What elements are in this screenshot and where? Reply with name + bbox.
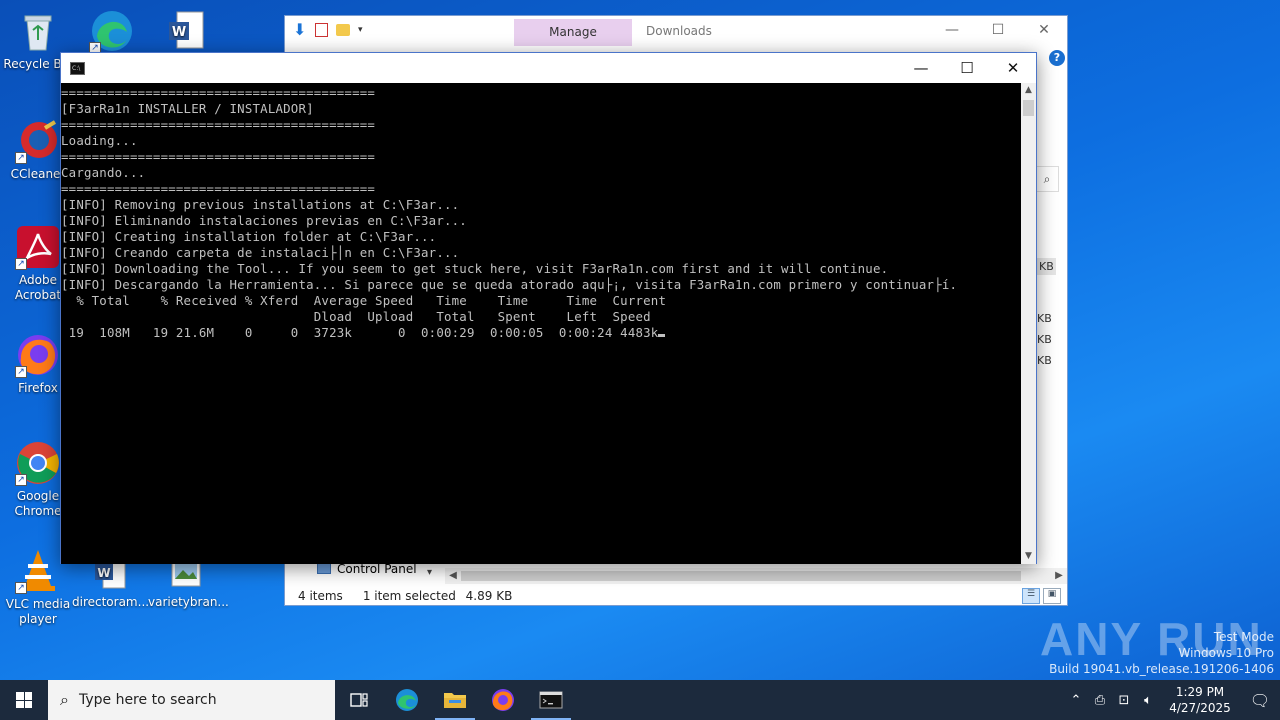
nav-item-control-panel[interactable]: Control Panel — [337, 562, 417, 576]
console-text: ========================================… — [61, 83, 1021, 341]
start-button[interactable] — [0, 680, 48, 720]
network-icon[interactable]: ⊡ — [1112, 693, 1136, 708]
download-arrow-icon[interactable]: ⬇ — [293, 22, 307, 38]
selection-status: 1 item selected 4.89 KB — [362, 589, 513, 603]
properties-icon[interactable] — [315, 23, 328, 37]
console-line: % Total % Received % Xferd Average Speed… — [61, 293, 667, 308]
console-line: [INFO] Creating installation folder at C… — [61, 229, 437, 244]
console-line: [INFO] Removing previous installations a… — [61, 197, 460, 212]
svg-text:W: W — [97, 566, 110, 580]
console-line: Cargando... — [61, 165, 146, 180]
scroll-right-icon[interactable]: ▶ — [1051, 568, 1067, 584]
scrollbar-thumb[interactable] — [1023, 100, 1034, 116]
console-line: ========================================… — [61, 85, 376, 100]
console-line: [INFO] Descargando la Herramienta... Si … — [61, 277, 958, 292]
minimize-button[interactable]: — — [898, 53, 944, 83]
explorer-titlebar[interactable]: ⬇ ▾ Manage Downloads — ☐ ✕ — [285, 16, 1067, 46]
chevron-up-icon[interactable]: ⌃ — [1064, 693, 1088, 708]
text-cursor — [658, 334, 666, 337]
desktop-icon-directoram[interactable]: W directoram... — [72, 556, 150, 610]
console-line: Dload Upload Total Spent Left Speed — [61, 309, 651, 324]
file-size-cell: KB — [1037, 354, 1052, 367]
window-title: Downloads — [646, 24, 712, 38]
device-icon[interactable]: ⎙ — [1088, 693, 1112, 708]
console-line: ========================================… — [61, 117, 376, 132]
console-line: [F3arRa1n INSTALLER / INSTALADOR] — [61, 101, 314, 116]
console-line: ========================================… — [61, 149, 376, 164]
status-bar: 4 items 1 item selected 4.89 KB — [285, 586, 1067, 606]
file-size-cell: KB — [1037, 312, 1052, 325]
recycle-bin-icon — [15, 8, 61, 54]
vlc-icon: ↗ — [15, 548, 61, 594]
scroll-up-icon[interactable]: ▲ — [1021, 83, 1036, 98]
search-icon: ⌕ — [60, 690, 69, 709]
firefox-icon: ↗ — [15, 332, 61, 378]
firefox-icon[interactable] — [479, 680, 527, 720]
cmd-icon: C:\ — [70, 62, 85, 75]
volume-icon[interactable]: 🔈︎ — [1136, 693, 1160, 708]
console-line: [INFO] Eliminando instalaciones previas … — [61, 213, 467, 228]
cmd-icon[interactable] — [527, 680, 575, 720]
ribbon-tab-manage[interactable]: Manage — [514, 19, 632, 46]
console-line: [INFO] Downloading the Tool... If you se… — [61, 261, 889, 276]
file-explorer-icon[interactable] — [431, 680, 479, 720]
large-icons-view-button[interactable]: ▣ — [1043, 588, 1061, 604]
windows-logo-icon — [16, 692, 32, 708]
vertical-scrollbar[interactable]: ▲ ▼ — [1021, 83, 1036, 564]
desktop-icon-edge[interactable]: ↗ — [74, 8, 150, 57]
desktop-icon-label: VLC media player — [5, 597, 71, 626]
adobe-acrobat-icon: ↗ — [15, 224, 61, 270]
ccleaner-icon: ↗ — [15, 118, 61, 164]
console-line: Loading... — [61, 133, 138, 148]
quick-access-toolbar: ⬇ ▾ — [293, 22, 363, 38]
taskbar-search-box[interactable]: ⌕ Type here to search — [48, 680, 335, 720]
help-icon[interactable]: ? — [1049, 50, 1065, 66]
minimize-button[interactable]: — — [929, 16, 975, 46]
console-line: [INFO] Creando carpeta de instalaci├│n e… — [61, 245, 460, 260]
search-icon[interactable]: ⌕ — [1035, 166, 1059, 192]
desktop-icon-word-doc[interactable]: W — [148, 8, 224, 57]
maximize-button[interactable]: ☐ — [975, 16, 1021, 46]
clock-time: 1:29 PM — [1175, 685, 1225, 699]
control-panel-icon — [317, 563, 331, 574]
chevron-down-icon[interactable]: ▾ — [358, 25, 363, 35]
chevron-down-icon[interactable]: ▾ — [427, 567, 432, 578]
search-placeholder: Type here to search — [78, 692, 217, 708]
console-output[interactable]: ========================================… — [61, 83, 1021, 564]
console-titlebar[interactable]: C:\ — ☐ ✕ — [61, 53, 1036, 83]
clock-date: 4/27/2025 — [1169, 701, 1231, 715]
console-line: 19 108M 19 21.6M 0 0 3723k 0 0:00:29 0:0… — [61, 325, 1021, 341]
chrome-icon: ↗ — [15, 440, 61, 486]
notification-icon[interactable]: 🗨︎ — [1240, 691, 1280, 710]
scroll-down-icon[interactable]: ▼ — [1021, 549, 1036, 564]
file-size-cell: KB — [1037, 258, 1056, 275]
scroll-left-icon[interactable]: ◀ — [445, 568, 461, 584]
taskbar: ⌕ Type here to search ⌃ ⎙ ⊡ 🔈︎ 1:29 PM 4… — [0, 680, 1280, 720]
windows-watermark: Test Mode Windows 10 Pro Build 19041.vb_… — [1049, 630, 1274, 676]
new-folder-icon[interactable] — [336, 24, 350, 36]
close-button[interactable]: ✕ — [1021, 16, 1067, 46]
close-button[interactable]: ✕ — [990, 53, 1036, 83]
maximize-button[interactable]: ☐ — [944, 53, 990, 83]
scrollbar-thumb[interactable] — [461, 571, 1021, 581]
system-tray: ⌃ ⎙ ⊡ 🔈︎ 1:29 PM 4/27/2025 🗨︎ — [1064, 680, 1280, 720]
item-count: 4 items — [298, 589, 343, 603]
horizontal-scrollbar[interactable]: ◀ ▶ — [445, 568, 1067, 584]
desktop-icon-label: varietybran... — [148, 595, 229, 609]
desktop-icon-varietybran[interactable]: varietybran... — [148, 556, 229, 610]
taskbar-clock[interactable]: 1:29 PM 4/27/2025 — [1160, 684, 1240, 716]
file-size-cell: KB — [1037, 333, 1052, 346]
edge-icon: ↗ — [89, 8, 135, 54]
details-view-button[interactable]: ☰ — [1022, 588, 1040, 604]
command-prompt-window[interactable]: C:\ — ☐ ✕ ==============================… — [60, 52, 1037, 564]
task-view-icon[interactable] — [335, 680, 383, 720]
edge-icon[interactable] — [383, 680, 431, 720]
desktop-icon-label: directoram... — [72, 595, 150, 609]
word-document-icon: W — [163, 8, 209, 54]
console-line: ========================================… — [61, 181, 376, 196]
svg-text:W: W — [172, 25, 186, 40]
